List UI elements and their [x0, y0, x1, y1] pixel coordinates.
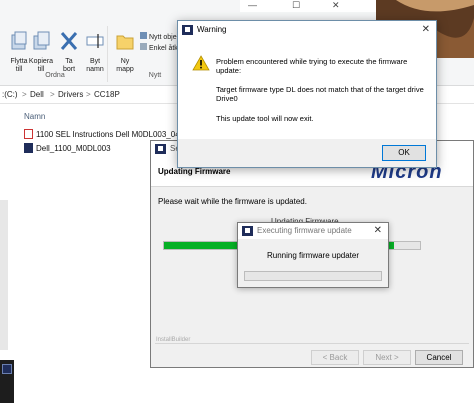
- exe-icon: [24, 143, 33, 153]
- breadcrumb-drivers[interactable]: Drivers: [58, 90, 83, 99]
- ribbon-divider: [107, 26, 108, 82]
- exec-close-button[interactable]: ✕: [374, 225, 382, 236]
- rename-button[interactable]: Byt namn: [80, 28, 110, 84]
- warning-footer: OK: [178, 139, 436, 167]
- taskbar-app-icon[interactable]: [2, 364, 12, 374]
- taskbar: [0, 360, 14, 403]
- restore-button[interactable]: ☐: [292, 0, 300, 11]
- breadcrumb-cc18p[interactable]: CC18P: [94, 90, 120, 99]
- warning-icon: [192, 55, 210, 71]
- close-button[interactable]: ✕: [332, 0, 340, 11]
- warning-app-icon: [182, 25, 193, 35]
- exec-title-bar: Executing firmware update ✕: [238, 223, 388, 239]
- warning-line-3: This update tool will now exit.: [216, 114, 314, 123]
- breadcrumb-drive[interactable]: :(C:): [2, 90, 18, 99]
- easy-access-icon: [140, 43, 147, 50]
- column-header-name[interactable]: Namn: [24, 112, 45, 121]
- back-button[interactable]: < Back: [311, 350, 359, 365]
- exec-title: Executing firmware update: [257, 226, 352, 235]
- warning-dialog: Warning ✕ Problem encountered while tryi…: [177, 20, 437, 168]
- warning-close-button[interactable]: ✕: [422, 24, 430, 35]
- setup-app-icon: [155, 144, 166, 154]
- rename-icon: [86, 34, 104, 48]
- warning-title-bar: Warning ✕: [178, 21, 436, 39]
- file-row[interactable]: Dell_1100_M0DL003: [24, 143, 111, 155]
- new-item-label: Nytt obje: [149, 34, 177, 41]
- breadcrumb-separator: >: [22, 90, 27, 99]
- breadcrumb-separator: >: [86, 90, 91, 99]
- scrollbar[interactable]: [0, 200, 8, 350]
- exec-dialog: Executing firmware update ✕ Running firm…: [237, 222, 389, 288]
- group-ordna-label: Ordna: [45, 72, 65, 79]
- easy-access-label: Enkel åtk: [149, 45, 178, 52]
- new-folder-icon: [116, 35, 134, 50]
- warning-body: Problem encountered while trying to exec…: [178, 39, 436, 139]
- copy-to-icon: [33, 31, 50, 50]
- cancel-button[interactable]: Cancel: [415, 350, 463, 365]
- warning-title: Warning: [197, 25, 227, 34]
- setup-heading: Updating Firmware: [158, 167, 231, 176]
- new-folder-label: Ny mapp: [116, 58, 134, 73]
- breadcrumb-dell[interactable]: Dell: [30, 90, 44, 99]
- rename-label: Byt namn: [86, 58, 104, 73]
- group-nytt-label: Nytt: [148, 72, 162, 79]
- new-item-button[interactable]: Nytt obje: [140, 32, 177, 41]
- breadcrumb-separator: >: [50, 90, 55, 99]
- ok-button[interactable]: OK: [382, 145, 426, 161]
- warning-line-1: Problem encountered while trying to exec…: [216, 57, 408, 75]
- setup-divider: [155, 343, 469, 344]
- exec-message: Running firmware updater: [266, 251, 360, 260]
- minimize-button[interactable]: —: [248, 0, 257, 10]
- delete-icon: [60, 32, 78, 50]
- file-name: 1100 SEL Instructions Dell M0DL003_041..…: [36, 130, 191, 139]
- new-item-icon: [140, 32, 147, 39]
- file-name: Dell_1100_M0DL003: [36, 144, 111, 153]
- new-folder-button[interactable]: Ny mapp: [110, 28, 140, 84]
- next-button[interactable]: Next >: [363, 350, 411, 365]
- pdf-icon: [24, 129, 33, 139]
- explorer-window-controls: — ☐ ✕: [240, 0, 376, 12]
- exec-app-icon: [242, 226, 253, 236]
- easy-access-button[interactable]: Enkel åtk: [140, 43, 178, 52]
- setup-message: Please wait while the firmware is update…: [158, 197, 307, 206]
- warning-line-2: Target firmware type DL does not match t…: [216, 85, 424, 103]
- exec-progress-bar: [244, 271, 382, 281]
